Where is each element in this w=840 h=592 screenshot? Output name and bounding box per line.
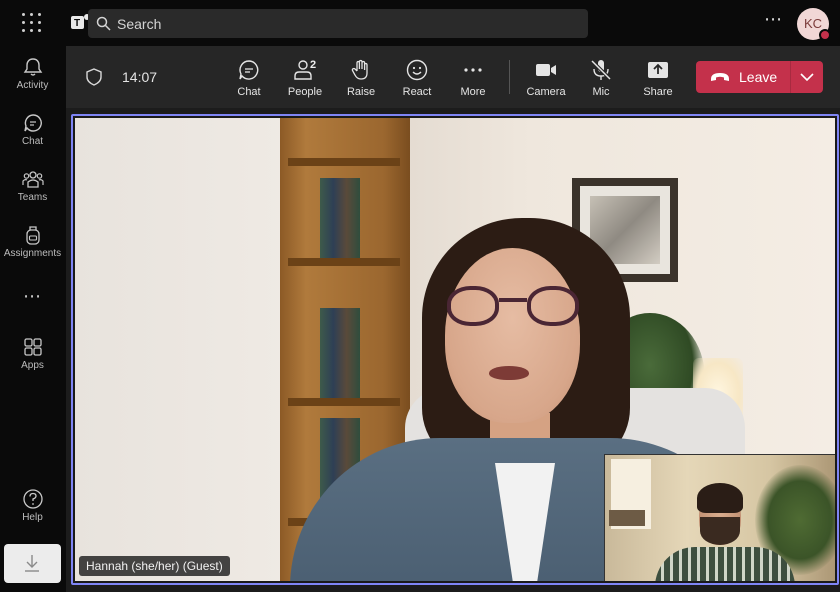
raise-button-label: Raise <box>346 86 376 98</box>
chevron-down-icon <box>800 73 814 82</box>
leave-options-button[interactable] <box>791 61 823 93</box>
leave-button[interactable]: Leave <box>696 61 790 93</box>
search-icon <box>96 16 111 31</box>
more-actions-button[interactable]: More <box>445 58 501 102</box>
share-button-label: Share <box>643 86 673 98</box>
rail-item-apps[interactable]: Apps <box>0 336 65 386</box>
avatar-initials: KC <box>803 16 823 31</box>
share-icon <box>648 62 668 78</box>
rail-item-label: Help <box>22 512 43 523</box>
chat-button[interactable]: Chat <box>221 58 277 102</box>
more-icon <box>464 68 482 72</box>
camera-icon <box>536 64 556 76</box>
toolbar-divider <box>509 60 510 94</box>
self-view-video[interactable] <box>604 454 835 581</box>
rail-item-label: Assignments <box>3 248 62 259</box>
rail-item-label: Chat <box>21 136 44 147</box>
apps-icon <box>23 338 42 356</box>
download-button[interactable] <box>4 544 61 583</box>
chat-button-label: Chat <box>237 86 261 98</box>
people-button[interactable]: 2 People <box>277 58 333 102</box>
camera-button[interactable]: Camera <box>518 58 574 102</box>
app-rail: Activity Chat Teams Assignments ⋯ Apps H… <box>0 46 65 592</box>
meeting-window: 14:07 Chat 2 People Raise React More Cam… <box>66 46 840 592</box>
participant-mouth <box>489 366 529 380</box>
camera-button-label: Camera <box>526 86 566 98</box>
participant-glasses <box>447 286 579 326</box>
participant-name-label: Hannah (she/her) (Guest) <box>79 556 230 576</box>
leave-button-group: Leave <box>696 61 823 93</box>
raise-hand-button[interactable]: Raise <box>333 58 389 102</box>
search-input[interactable]: Search <box>88 9 588 38</box>
app-launcher-button[interactable] <box>20 11 44 35</box>
rail-item-teams[interactable]: Teams <box>0 168 65 218</box>
smile-icon <box>406 59 428 81</box>
backpack-icon <box>25 226 40 245</box>
search-placeholder: Search <box>117 16 162 32</box>
share-button[interactable]: Share <box>630 58 686 102</box>
mic-off-icon <box>590 59 612 81</box>
participant-video-hannah[interactable]: Hannah (she/her) (Guest) <box>75 118 835 581</box>
svg-text:T: T <box>74 18 80 29</box>
mic-button[interactable]: Mic <box>573 58 629 102</box>
react-button[interactable]: React <box>389 58 445 102</box>
mic-button-label: Mic <box>592 86 610 98</box>
react-button-label: React <box>402 86 432 98</box>
teams-icon <box>21 171 44 188</box>
chat-icon <box>23 114 42 132</box>
rail-more-apps-button[interactable]: ⋯ <box>0 286 65 307</box>
hand-icon <box>351 59 368 80</box>
presence-status-icon <box>819 29 831 41</box>
title-bar: T Search ⋯ KC <box>0 0 840 46</box>
rail-item-activity[interactable]: Activity <box>0 56 65 106</box>
people-count-badge: 2 <box>310 59 317 71</box>
meeting-timer: 14:07 <box>122 69 158 85</box>
rail-item-chat[interactable]: Chat <box>0 112 65 162</box>
people-button-label: People <box>287 86 323 98</box>
settings-more-button[interactable]: ⋯ <box>762 10 784 32</box>
hang-up-icon <box>711 73 729 81</box>
rail-item-label: Activity <box>16 80 49 91</box>
help-icon <box>22 489 43 509</box>
meeting-toolbar: 14:07 Chat 2 People Raise React More Cam… <box>66 46 840 108</box>
bell-icon <box>23 58 42 76</box>
leave-button-label: Leave <box>739 69 778 85</box>
chat-icon <box>239 60 259 80</box>
rail-item-assignments[interactable]: Assignments <box>0 224 65 274</box>
rail-item-label: Apps <box>21 360 44 371</box>
participant-face <box>445 248 580 423</box>
rail-item-label: Teams <box>17 192 48 203</box>
rail-item-help[interactable]: Help <box>0 488 65 538</box>
download-icon <box>25 555 39 572</box>
video-stage[interactable]: Hannah (she/her) (Guest) <box>71 114 839 585</box>
shield-icon[interactable] <box>86 68 102 86</box>
more-button-label: More <box>460 86 486 98</box>
user-avatar[interactable]: KC <box>797 8 831 41</box>
